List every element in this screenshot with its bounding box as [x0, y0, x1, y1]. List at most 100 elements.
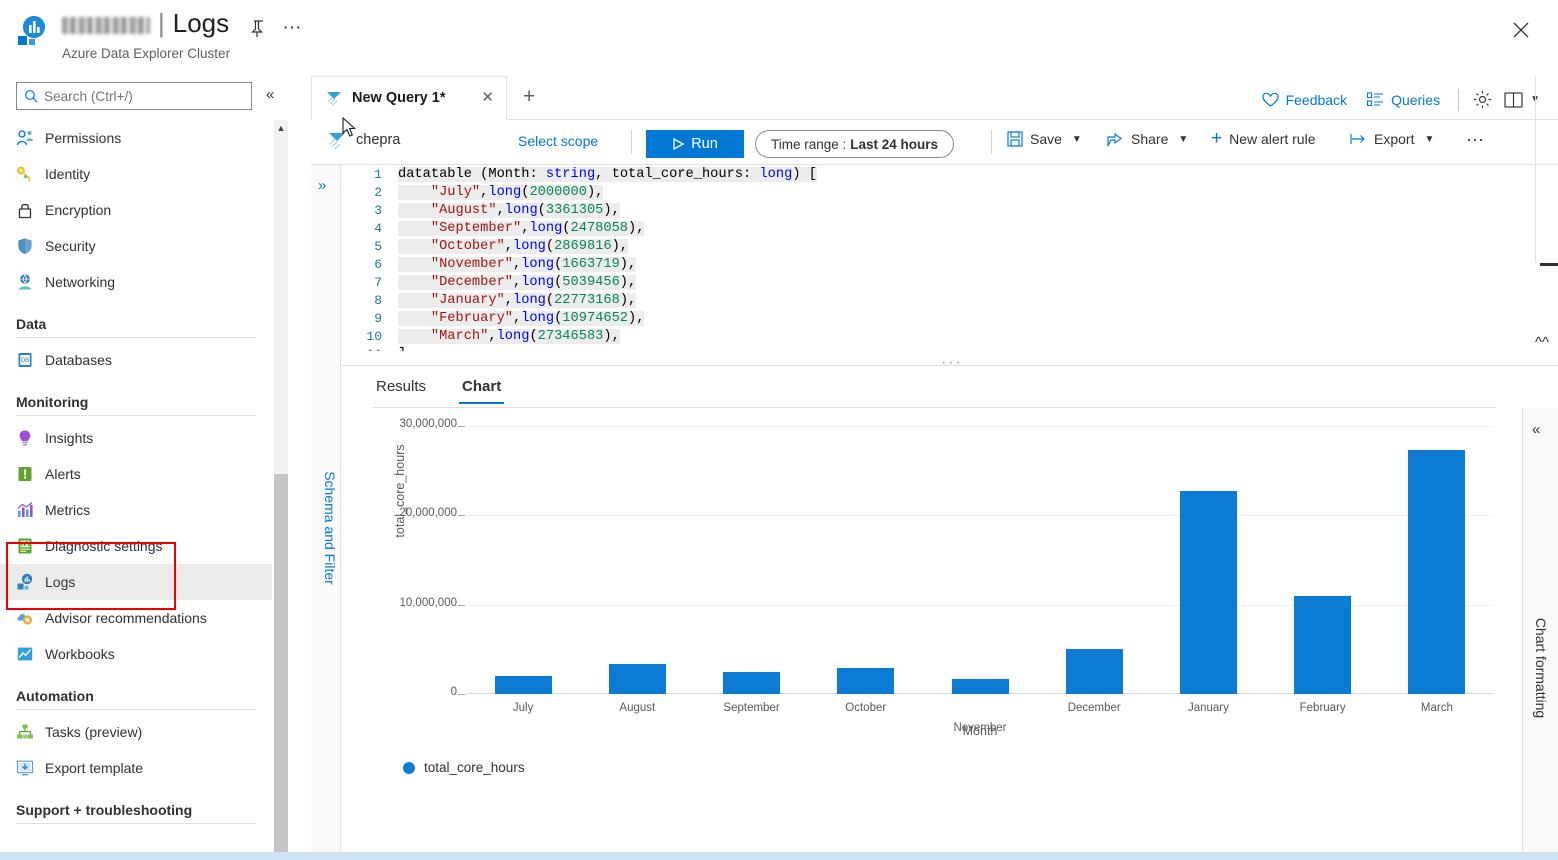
schema-and-filter-label[interactable]: Schema and Filter: [322, 443, 338, 613]
sidebar-item-identity[interactable]: Identity: [0, 156, 272, 192]
export-icon: [1350, 134, 1365, 144]
sidebar-item-label: Permissions: [45, 130, 122, 146]
run-button[interactable]: Run: [646, 130, 744, 158]
chevron-down-icon[interactable]: ▼: [1072, 134, 1082, 145]
editor-resize-grip[interactable]: [1540, 263, 1558, 266]
sidebar-item-tasks-preview[interactable]: Tasks (preview): [0, 714, 272, 750]
chart-formatting-label[interactable]: Chart formatting: [1533, 597, 1549, 739]
editor-code-line[interactable]: "July",long(2000000),: [398, 185, 604, 200]
sidebar-item-metrics[interactable]: Metrics: [0, 492, 272, 528]
sidebar-item-insights[interactable]: Insights: [0, 420, 272, 456]
chart-bar[interactable]: [837, 668, 895, 694]
new-alert-rule-button[interactable]: + New alert rule: [1211, 129, 1315, 148]
editor-code-line[interactable]: datatable (Month: string, total_core_hou…: [398, 167, 817, 182]
layout-columns-icon[interactable]: ▼: [1498, 87, 1546, 113]
tab-results[interactable]: Results: [373, 372, 429, 404]
feedback-button[interactable]: Feedback: [1252, 88, 1357, 112]
editor-code-line[interactable]: "October",long(2869816),: [398, 239, 629, 254]
sidebar-item-diagnostic-settings[interactable]: Diagnostic settings: [0, 528, 272, 564]
editor-code-line[interactable]: "September",long(2478058),: [398, 221, 645, 236]
header-more-icon[interactable]: ···: [281, 18, 303, 40]
sidebar-scrollbar-thumb[interactable]: [274, 474, 288, 854]
editor-code-line[interactable]: "February",long(10974652),: [398, 311, 645, 326]
close-icon[interactable]: [1508, 17, 1534, 43]
sidebar-collapse-icon[interactable]: «: [266, 86, 274, 103]
export-button[interactable]: Export ▼: [1350, 131, 1434, 147]
sidebar-item-label: Advisor recommendations: [45, 610, 207, 626]
chart-formatting-rail[interactable]: « Chart formatting: [1522, 408, 1558, 860]
sidebar-group-automation: Automation: [16, 688, 94, 704]
chart-bar[interactable]: [951, 679, 1009, 694]
query-tab[interactable]: New Query 1* ✕: [311, 76, 507, 120]
chart-bar[interactable]: [1408, 449, 1466, 694]
header-actions-divider: [1458, 88, 1460, 111]
sidebar-item-permissions[interactable]: Permissions: [0, 120, 272, 156]
sidebar-scroll-up-icon[interactable]: ▲: [274, 120, 288, 136]
chart-y-tick-label: 10,000,000: [399, 596, 457, 609]
editor-splitter-handle[interactable]: ···: [941, 354, 963, 372]
sidebar-item-workbooks[interactable]: Workbooks: [0, 636, 272, 672]
save-button[interactable]: Save ▼: [1007, 131, 1082, 147]
new-query-tab-icon[interactable]: +: [523, 86, 535, 107]
commandbar-more-icon[interactable]: ···: [1466, 130, 1484, 148]
sidebar-nav-list: Permissions Identity Encryption Security Net…: [0, 120, 272, 860]
editor-line-number: 4: [374, 221, 382, 236]
select-scope-button[interactable]: Select scope: [518, 133, 598, 149]
sidebar-item-security[interactable]: Security: [0, 228, 272, 264]
editor-collapse-icon[interactable]: ^^: [1535, 334, 1549, 351]
sidebar-item-networking[interactable]: Networking: [0, 264, 272, 300]
chevron-double-left-icon[interactable]: «: [1532, 421, 1540, 438]
share-button[interactable]: Share ▼: [1107, 131, 1188, 147]
sidebar-item-logs[interactable]: Logs: [0, 564, 272, 600]
search-input[interactable]: [44, 88, 230, 104]
chart-x-tick-label: July: [512, 702, 534, 714]
editor-code-line[interactable]: "November",long(1663719),: [398, 257, 637, 272]
schema-and-filter-rail[interactable]: » Schema and Filter: [311, 165, 341, 860]
sidebar-item-encryption[interactable]: Encryption: [0, 192, 272, 228]
chart-legend[interactable]: total_core_hours: [403, 760, 525, 775]
chart-bar[interactable]: [723, 671, 781, 694]
chart-gridline: [466, 426, 1494, 427]
query-scope[interactable]: chepra: [328, 131, 400, 149]
title-separator: |: [158, 8, 165, 38]
sidebar-group-divider: [16, 337, 256, 338]
chart-x-tick-label: March: [1420, 702, 1453, 714]
chevron-down-icon[interactable]: ▼: [1178, 134, 1188, 145]
commandbar-divider-1: [631, 130, 632, 154]
sidebar-group-divider: [16, 709, 256, 710]
legend-color-swatch: [403, 761, 415, 774]
sidebar-group-monitoring: Monitoring: [16, 394, 89, 410]
time-range-picker[interactable]: Time range : Last 24 hours: [755, 130, 955, 158]
editor-line-number: 6: [374, 257, 382, 272]
chart-bar[interactable]: [608, 663, 666, 694]
query-editor[interactable]: 1 datatable (Month: string, total_core_ho…: [342, 165, 1558, 351]
queries-button[interactable]: Queries: [1357, 88, 1450, 112]
search-box[interactable]: [16, 82, 252, 110]
chart-y-tick-mark: [458, 426, 465, 427]
sidebar-item-export-template[interactable]: Export template: [0, 750, 272, 786]
sidebar-item-advisor-recommendations[interactable]: Advisor recommendations: [0, 600, 272, 636]
sidebar-item-alerts[interactable]: Alerts: [0, 456, 272, 492]
editor-code-line[interactable]: "August",long(3361305),: [398, 203, 620, 218]
editor-line-number: 9: [374, 311, 382, 326]
chart-bar[interactable]: [494, 676, 552, 694]
chart-y-axis-label: total_core_hours: [393, 444, 407, 538]
editor-code-line[interactable]: "March",long(27346583),: [398, 329, 620, 344]
chart-bar[interactable]: [1294, 595, 1352, 694]
legend-label: total_core_hours: [424, 760, 525, 775]
chevron-double-right-icon[interactable]: »: [318, 177, 326, 194]
settings-gear-icon[interactable]: [1467, 86, 1498, 113]
chart-bar[interactable]: [1179, 490, 1237, 694]
pin-icon[interactable]: [246, 18, 268, 40]
sidebar-item-databases[interactable]: DB Databases: [0, 342, 272, 378]
editor-line-number: 5: [374, 239, 382, 254]
editor-code-line[interactable]: "January",long(22773168),: [398, 293, 637, 308]
chart-x-tick-label: October: [845, 702, 887, 714]
diagnostic-settings-icon: [18, 538, 32, 554]
tab-chart[interactable]: Chart: [459, 372, 505, 404]
query-tab-close-icon[interactable]: ✕: [481, 90, 494, 106]
chart-bar[interactable]: [1065, 648, 1123, 694]
editor-code-line[interactable]: "December",long(5039456),: [398, 275, 637, 290]
chevron-down-icon[interactable]: ▼: [1424, 134, 1434, 145]
editor-code-line[interactable]: ]: [398, 347, 406, 351]
